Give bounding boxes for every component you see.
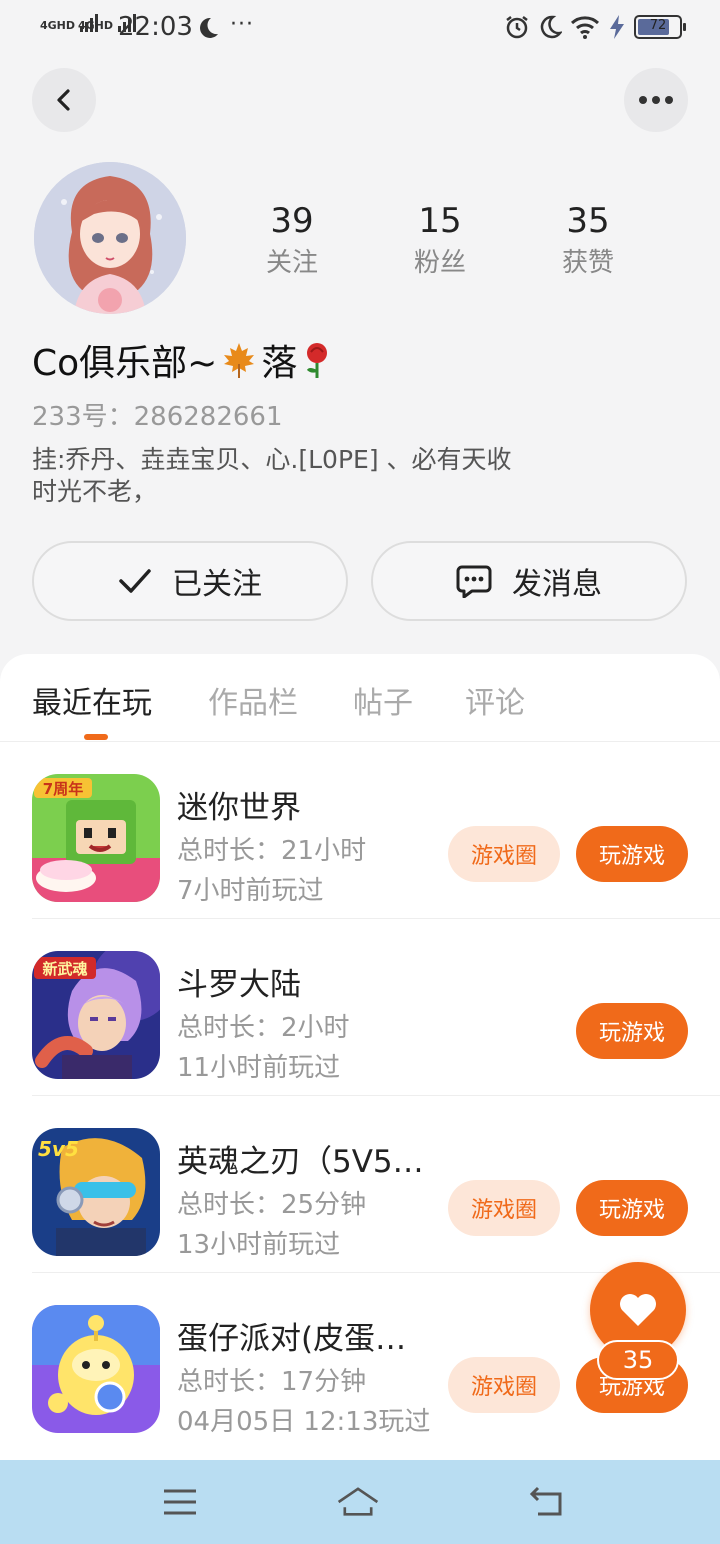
tab-comments[interactable]: 评论: [465, 678, 525, 722]
heart-icon: [620, 1294, 656, 1326]
tab-bar: 最近在玩 作品栏 帖子 评论: [0, 654, 720, 742]
maple-leaf-icon: [224, 343, 255, 378]
status-icons: 72: [504, 14, 686, 40]
fans-count: 15: [418, 201, 462, 241]
stat-likes[interactable]: 35 获赞: [528, 200, 648, 279]
fans-label: 粉丝: [413, 248, 466, 278]
home-icon: [337, 1487, 379, 1516]
more-options-button[interactable]: [624, 68, 688, 132]
avatar-image: [34, 162, 186, 314]
avatar[interactable]: [34, 162, 186, 314]
nickname-suffix: 落: [261, 343, 298, 384]
play-game-button[interactable]: 玩游戏: [576, 1180, 688, 1236]
tab-recently-played[interactable]: 最近在玩: [32, 678, 152, 722]
hero-blade-artwork: 5v5: [32, 1128, 160, 1256]
game-last-played: 04月05日 12:13玩过: [177, 1407, 431, 1437]
game-last-played: 13小时前玩过: [177, 1230, 341, 1260]
dnd-moon-icon: [540, 15, 562, 39]
douluo-artwork: 新武魂: [32, 951, 160, 1079]
game-duration: 总时长：21小时: [177, 836, 367, 866]
game-icon-eggy-party: [32, 1305, 160, 1433]
clock: 22:03: [118, 12, 193, 42]
play-game-button[interactable]: 玩游戏: [576, 1003, 688, 1059]
game-name: 迷你世界: [177, 790, 301, 826]
douluo-badge: 新武魂: [42, 960, 87, 978]
moon-icon: [200, 17, 218, 38]
more-notifications-icon: ···: [230, 12, 254, 37]
battery-level: 72: [649, 18, 667, 33]
more-dots-icon: [639, 96, 673, 104]
mini-world-artwork: 7周年: [32, 774, 160, 902]
followed-button[interactable]: 已关注: [32, 541, 348, 621]
game-last-played: 7小时前玩过: [177, 876, 324, 906]
like-count-badge: 35: [597, 1340, 679, 1380]
alarm-icon: [506, 16, 528, 39]
game-duration: 总时长：17分钟: [177, 1367, 367, 1397]
system-nav-bar: [0, 1460, 720, 1544]
following-label: 关注: [265, 248, 318, 278]
mini-world-badge: 7周年: [43, 780, 83, 798]
back-nav-button[interactable]: [526, 1482, 570, 1522]
game-circle-button[interactable]: 游戏圈: [448, 1357, 560, 1413]
game-circle-button[interactable]: 游戏圈: [448, 1180, 560, 1236]
signal-label-1: 4GHD: [40, 19, 76, 32]
game-circle-button[interactable]: 游戏圈: [448, 826, 560, 882]
signal-label-2: 4GHD: [78, 19, 114, 32]
likes-count: 35: [566, 201, 610, 241]
menu-nav-button[interactable]: [158, 1482, 202, 1522]
hero-blade-badge: 5v5: [38, 1137, 79, 1161]
tab-active-indicator: [84, 734, 108, 740]
game-item-hero-blade[interactable]: 5v5 英魂之刃（5V5… 总时长：25分钟 13小时前玩过 游戏圈 玩游戏: [32, 1096, 720, 1273]
bio: 挂:乔丹、垚垚宝贝、心.[L0PE] 、必有天收 时光不老，: [32, 444, 592, 508]
likes-label: 获赞: [561, 248, 614, 278]
tab-posts[interactable]: 帖子: [353, 678, 413, 722]
game-last-played: 11小时前玩过: [177, 1053, 341, 1083]
game-icon-hero-blade: 5v5: [32, 1128, 160, 1256]
send-message-label: 发消息: [512, 567, 602, 602]
stat-fans[interactable]: 15 粉丝: [380, 200, 500, 279]
back-arrow-icon: [529, 1486, 562, 1516]
bio-line-2: 时光不老，: [32, 477, 158, 506]
checkmark-icon: [119, 569, 151, 593]
nickname-text: Co俱乐部~: [32, 343, 218, 384]
chevron-left-icon: [57, 89, 70, 111]
bio-line-1: 挂:乔丹、垚垚宝贝、心.[L0PE] 、必有天收: [32, 445, 512, 474]
charging-icon: [610, 15, 624, 39]
nickname: Co俱乐部~ 落: [32, 334, 335, 386]
user-id: 233号：286282661: [32, 402, 283, 432]
game-name: 蛋仔派对(皮蛋…: [177, 1321, 407, 1357]
battery-icon: 72: [634, 15, 686, 39]
game-name: 英魂之刃（5V5…: [177, 1144, 424, 1180]
eggy-party-artwork: [32, 1305, 160, 1433]
tab-works[interactable]: 作品栏: [208, 678, 298, 722]
stat-following[interactable]: 39 关注: [232, 200, 352, 279]
game-name: 斗罗大陆: [177, 967, 301, 1003]
game-duration: 总时长：2小时: [177, 1013, 350, 1043]
game-icon-mini-world: 7周年: [32, 774, 160, 902]
menu-icon: [164, 1489, 196, 1515]
game-duration: 总时长：25分钟: [177, 1190, 367, 1220]
game-icon-douluo: 新武魂: [32, 951, 160, 1079]
send-message-button[interactable]: 发消息: [371, 541, 687, 621]
chat-bubble-icon: [456, 565, 492, 598]
game-item-mini-world[interactable]: 7周年 迷你世界 总时长：21小时 7小时前玩过 游戏圈 玩游戏: [32, 742, 720, 919]
status-bar: 4GHD 4GHD 22:03 ··· 72: [0, 0, 720, 56]
followed-label: 已关注: [172, 567, 262, 602]
wifi-icon: [570, 16, 600, 39]
home-nav-button[interactable]: [336, 1482, 380, 1522]
play-game-button[interactable]: 玩游戏: [576, 826, 688, 882]
back-button[interactable]: [32, 68, 96, 132]
game-item-douluo[interactable]: 新武魂 斗罗大陆 总时长：2小时 11小时前玩过 玩游戏: [32, 919, 720, 1096]
following-count: 39: [270, 201, 314, 241]
rose-icon: [307, 343, 328, 378]
